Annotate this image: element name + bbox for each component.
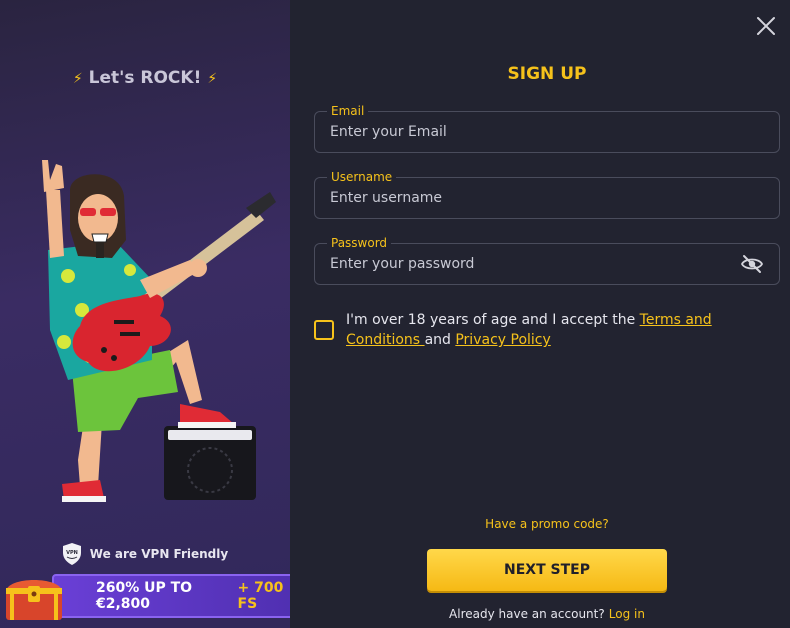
bonus-main: 260% UP TO €2,800 bbox=[96, 580, 193, 612]
username-input[interactable] bbox=[330, 178, 730, 218]
lightning-icon: ⚡ bbox=[72, 71, 83, 87]
consent-text-before: I'm over 18 years of age and I accept th… bbox=[346, 312, 640, 328]
bonus-bar[interactable]: 260% UP TO €2,800 + 700 FS bbox=[52, 574, 290, 618]
bonus-extra: + 700 FS bbox=[237, 580, 284, 612]
bonus-banner[interactable]: 260% UP TO €2,800 + 700 FS bbox=[0, 574, 290, 620]
age-terms-checkbox[interactable] bbox=[314, 320, 334, 340]
promo-code-link[interactable]: Have a promo code? bbox=[314, 517, 780, 531]
consent-text-mid: and bbox=[424, 332, 456, 348]
treasure-chest-icon bbox=[6, 580, 62, 620]
vpn-text: We are VPN Friendly bbox=[89, 547, 229, 561]
login-link[interactable]: Log in bbox=[609, 607, 645, 621]
privacy-link[interactable]: Privacy Policy bbox=[455, 332, 550, 348]
vpn-shield-icon: VPN bbox=[62, 543, 81, 565]
username-field[interactable]: Username bbox=[314, 169, 780, 219]
vpn-badge: VPN We are VPN Friendly bbox=[0, 542, 290, 566]
rocker-illustration bbox=[42, 160, 276, 502]
email-input[interactable] bbox=[330, 112, 730, 152]
password-input[interactable] bbox=[330, 244, 730, 284]
password-field[interactable]: Password bbox=[314, 235, 780, 285]
form-title: SIGN UP bbox=[507, 64, 587, 84]
lightning-icon: ⚡ bbox=[207, 71, 218, 87]
login-prompt: Already have an account? bbox=[449, 607, 605, 621]
next-step-button[interactable]: NEXT STEP bbox=[427, 549, 667, 591]
tagline-text: Let's ROCK! bbox=[88, 68, 202, 88]
consent-text: I'm over 18 years of age and I accept th… bbox=[346, 310, 746, 350]
vpn-badge-label: VPN bbox=[66, 550, 78, 556]
tagline: ⚡ Let's ROCK! ⚡ bbox=[0, 68, 290, 88]
email-field[interactable]: Email bbox=[314, 103, 780, 153]
close-icon[interactable] bbox=[754, 14, 778, 38]
promo-panel: ⚡ Let's ROCK! ⚡ VPN We are VPN Friendly … bbox=[0, 0, 290, 628]
eye-off-icon[interactable] bbox=[741, 254, 763, 274]
login-row: Already have an account? Log in bbox=[314, 607, 780, 621]
